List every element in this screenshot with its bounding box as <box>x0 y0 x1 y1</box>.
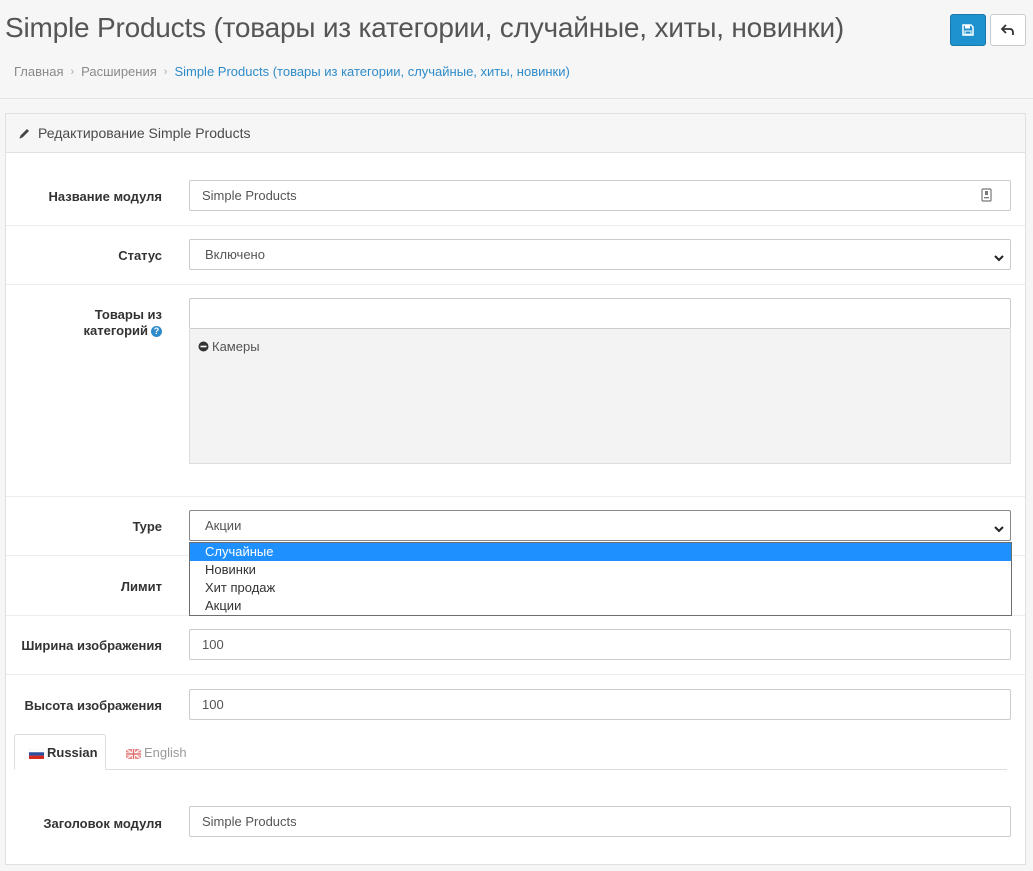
russia-flag-icon <box>28 747 45 759</box>
status-label: Статус <box>118 248 162 263</box>
module-heading-value: Simple Products <box>202 814 297 829</box>
uk-flag-icon <box>125 747 142 760</box>
status-value: Включено <box>205 247 265 262</box>
module-heading-input[interactable]: Simple Products <box>189 806 1011 837</box>
image-height-input[interactable]: 100 <box>189 689 1011 720</box>
image-height-value: 100 <box>202 697 224 712</box>
type-option-random[interactable]: Случайные <box>190 543 1011 561</box>
back-button[interactable] <box>990 14 1026 46</box>
categories-list: Камеры <box>189 329 1011 464</box>
form-row-module-name: Название модуля Simple Products <box>6 153 1025 226</box>
pencil-icon <box>18 127 31 140</box>
panel-heading: Редактирование Simple Products <box>6 114 1025 153</box>
status-select[interactable]: Включено <box>189 239 1011 270</box>
image-width-input[interactable]: 100 <box>189 629 1011 660</box>
breadcrumb: Главная › Расширения › Simple Products (… <box>14 64 570 79</box>
image-height-label: Высота изображения <box>24 698 162 713</box>
form-row-categories: Товары из категорий? Камеры <box>6 285 1025 497</box>
page-header: Simple Products (товары из категории, сл… <box>0 0 1033 99</box>
category-item: Камеры <box>198 339 260 354</box>
type-label: Type <box>132 519 162 534</box>
type-value: Акции <box>205 518 242 533</box>
reply-icon <box>1001 24 1014 35</box>
save-button[interactable] <box>950 14 986 46</box>
form-row-module-heading: Заголовок модуля Simple Products <box>6 790 1025 850</box>
breadcrumb-current[interactable]: Simple Products (товары из категории, сл… <box>174 64 569 79</box>
type-option-bestsellers[interactable]: Хит продаж <box>190 579 1011 597</box>
breadcrumb-extensions[interactable]: Расширения <box>81 64 157 79</box>
breadcrumb-separator: › <box>70 65 75 78</box>
type-option-specials[interactable]: Акции <box>190 597 1011 615</box>
form-row-status: Статус Включено <box>6 226 1025 285</box>
breadcrumb-separator: › <box>163 65 168 78</box>
form-row-image-width: Ширина изображения 100 <box>6 616 1025 675</box>
categories-label-line1: Товары из <box>94 307 162 322</box>
categories-label: Товары из категорий? <box>84 307 162 339</box>
chevron-down-icon <box>994 521 1004 536</box>
category-item-label: Камеры <box>212 339 260 354</box>
limit-label: Лимит <box>120 579 162 594</box>
panel-heading-text: Редактирование Simple Products <box>38 125 251 141</box>
image-width-value: 100 <box>202 637 224 652</box>
module-name-label: Название модуля <box>48 189 162 204</box>
module-name-input[interactable]: Simple Products <box>189 180 1011 211</box>
language-tabs: Russian English <box>14 734 1007 770</box>
clipboard-icon <box>981 188 992 205</box>
minus-circle-icon[interactable] <box>198 341 209 352</box>
chevron-down-icon <box>994 250 1004 265</box>
categories-autocomplete-input[interactable] <box>189 298 1011 329</box>
tab-english[interactable]: English <box>112 734 201 770</box>
form-row-image-height: Высота изображения 100 <box>6 675 1025 735</box>
type-dropdown-list: Случайные Новинки Хит продаж Акции <box>189 542 1012 616</box>
tab-russian[interactable]: Russian <box>14 734 106 770</box>
type-option-new[interactable]: Новинки <box>190 561 1011 579</box>
categories-label-line2: категорий <box>83 323 148 338</box>
save-icon <box>962 24 974 36</box>
module-name-value: Simple Products <box>202 188 297 203</box>
question-circle-icon[interactable]: ? <box>151 325 162 337</box>
module-heading-label: Заголовок модуля <box>43 816 162 831</box>
breadcrumb-home[interactable]: Главная <box>14 64 63 79</box>
image-width-label: Ширина изображения <box>21 638 162 653</box>
type-select[interactable]: Акции <box>189 510 1011 541</box>
tab-english-label: English <box>144 744 187 760</box>
page-title: Simple Products (товары из категории, сл… <box>5 12 845 43</box>
tab-russian-label: Russian <box>47 744 98 760</box>
